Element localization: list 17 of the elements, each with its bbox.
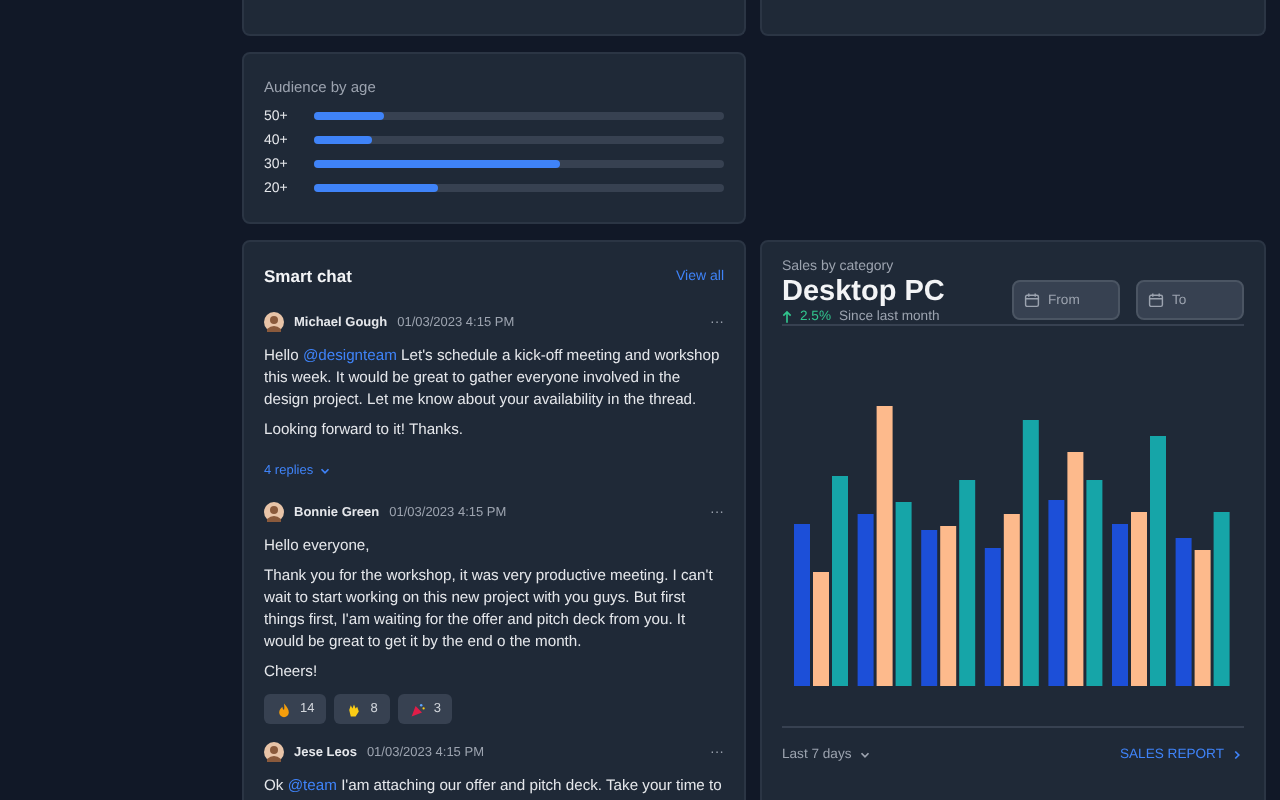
chevron-right-icon	[1230, 748, 1244, 762]
avatar-icon	[264, 502, 284, 522]
arrow-up-icon	[782, 310, 792, 324]
card-title: Smart chat	[264, 266, 352, 286]
avatar-icon	[264, 312, 284, 332]
category-title: Desktop PC	[782, 276, 945, 308]
calendar-icon	[1024, 292, 1040, 308]
chart-bar	[1193, 550, 1210, 686]
flame-icon	[276, 701, 292, 717]
chevron-down-icon	[857, 748, 872, 762]
chart-bar	[812, 572, 828, 686]
chart-bar	[983, 548, 1000, 686]
party-popper-icon	[409, 701, 426, 717]
chevron-down-icon	[317, 464, 332, 478]
avatar-icon	[264, 742, 284, 762]
calendar-icon	[1148, 292, 1164, 308]
hand-icon	[346, 701, 363, 717]
